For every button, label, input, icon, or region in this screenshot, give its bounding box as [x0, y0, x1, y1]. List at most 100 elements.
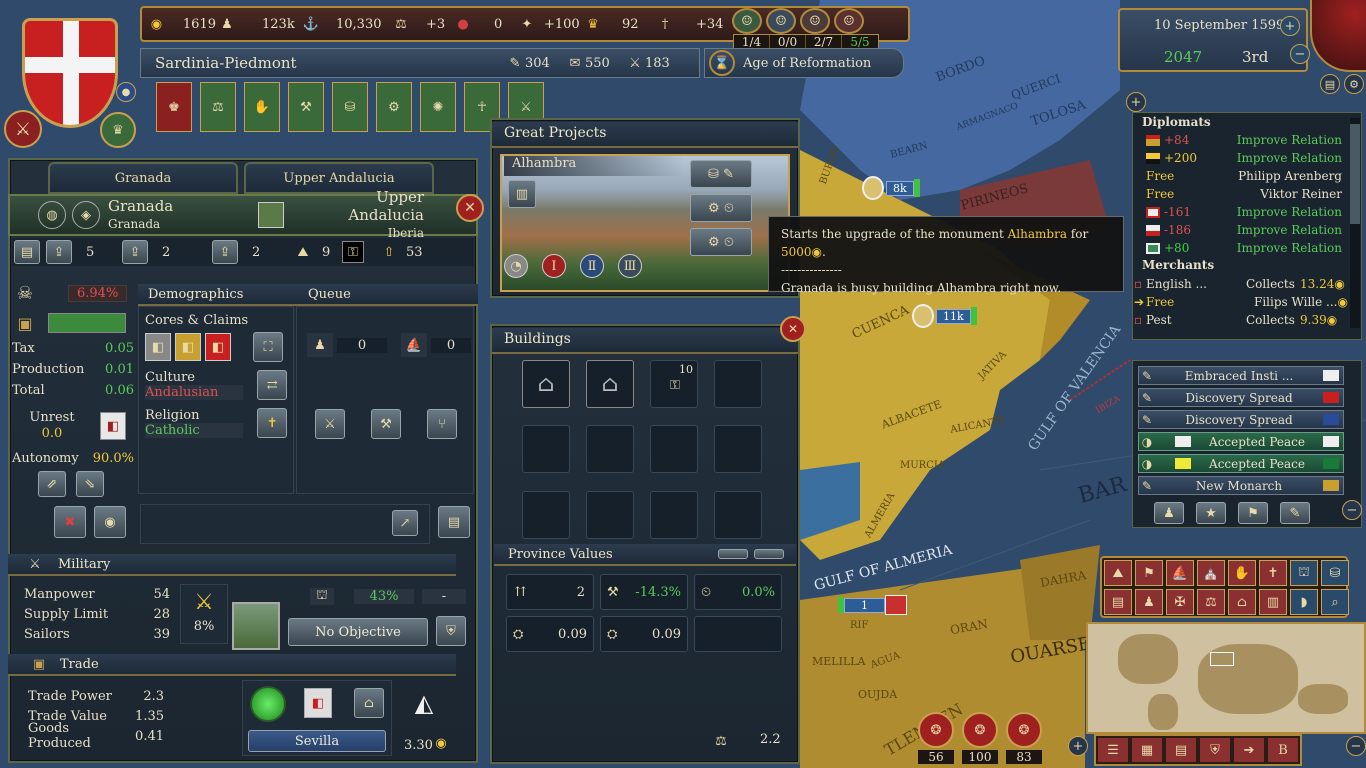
country-shield[interactable] — [22, 18, 118, 128]
raze-icon[interactable]: ✖ — [54, 506, 86, 538]
build-chair-icon[interactable]: ⑂ — [427, 409, 457, 439]
objective-button[interactable]: No Objective — [288, 618, 428, 646]
diplomat-row[interactable]: Free Viktor Reiner — [1146, 185, 1342, 203]
zoom-in-icon[interactable]: + — [1068, 736, 1088, 756]
decrease-autonomy-icon[interactable]: ⇘ — [76, 471, 104, 497]
mapmode-diplomacy-icon[interactable]: ✋ — [1228, 560, 1256, 586]
collapse-icon[interactable] — [754, 549, 784, 559]
crossed-swords-icon[interactable]: ⚔ — [4, 110, 42, 148]
recruit-army-icon[interactable]: ♟ — [307, 333, 333, 357]
rebel-shield-icon[interactable]: ◧ — [100, 412, 126, 440]
arrow-icon[interactable]: ↗ — [392, 510, 418, 536]
filter-edit-icon[interactable]: ✎ — [1280, 502, 1310, 524]
mapmode-religion-icon[interactable]: ⛪ — [1197, 560, 1225, 586]
mapmode-buildings-icon[interactable]: ⌂ — [1228, 589, 1256, 615]
building-slot-empty[interactable] — [714, 490, 762, 539]
settings-icon[interactable]: ⚙ — [1344, 74, 1364, 94]
mapmode-supply-icon[interactable]: ♟ — [1135, 589, 1163, 615]
notification-row[interactable]: ◑ Accepted Peace — [1138, 454, 1344, 473]
mapmode-autonomy-icon[interactable]: ⚖ — [1197, 589, 1225, 615]
building-slot-locked[interactable]: ⚿ 10 — [650, 360, 698, 408]
prestige-item[interactable]: ✦ +100 — [516, 17, 582, 32]
building-slot-empty[interactable] — [586, 425, 634, 474]
notification-row[interactable]: ✎ Discovery Spread — [1138, 388, 1344, 407]
building-slot-empty[interactable] — [714, 360, 762, 408]
mapmode-area-icon[interactable]: ▥ — [1259, 589, 1287, 615]
fleet-unit[interactable]: 1 — [838, 595, 907, 615]
notification-row[interactable]: ✎ Discovery Spread — [1138, 410, 1344, 429]
envoy-portrait-icon[interactable]: ☺ — [766, 8, 796, 34]
army-tradition-icon[interactable]: ❂ — [918, 712, 954, 748]
court-icon[interactable]: ♛ — [100, 112, 136, 148]
country-name[interactable]: Sardinia-Piedmont — [155, 54, 505, 72]
mapmode-terrain-icon[interactable]: ⛰ — [1104, 560, 1132, 586]
mapmode-development-icon[interactable]: ▤ — [1104, 589, 1132, 615]
recruit-fleet-icon[interactable]: ⛵ — [401, 333, 427, 357]
government-tab-icon[interactable]: ⚖ — [200, 82, 236, 132]
build-military-icon[interactable]: ⚔ — [315, 409, 345, 439]
zoom-out-icon[interactable]: − — [1346, 736, 1366, 756]
mapmode-trade-icon[interactable]: ⛵ — [1166, 560, 1194, 586]
army-unit-1[interactable]: 8k — [862, 176, 920, 200]
army-unit-2[interactable]: 11k — [912, 304, 977, 328]
filter-flag-icon[interactable]: ⚑ — [1238, 502, 1268, 524]
production-dev-icon[interactable]: ⇪ — [122, 240, 148, 264]
building-slot-empty[interactable] — [522, 490, 570, 539]
culture-icon[interactable]: ◈ — [72, 201, 100, 229]
expand-icon[interactable] — [718, 549, 748, 559]
diplomat-row[interactable]: +84 Improve Relation — [1146, 131, 1342, 149]
outliner-scrollbar[interactable] — [1350, 118, 1360, 328]
building-slot-empty[interactable] — [586, 490, 634, 539]
trade-company-shield-icon[interactable]: ◧ — [304, 688, 332, 718]
plus-speed-icon[interactable]: + — [1280, 16, 1300, 36]
mapmode-goods-icon[interactable]: ⛁ — [1321, 560, 1349, 586]
cores-button-icon[interactable]: ⛶ — [253, 332, 283, 362]
close-icon[interactable]: ✕ — [456, 194, 484, 222]
power-projection-item[interactable]: † +34 — [654, 17, 724, 32]
manpower-dev-icon[interactable]: ⇪ — [212, 240, 238, 264]
diplomat-row[interactable]: -186 Improve Relation — [1146, 221, 1342, 239]
building-slot-empty[interactable] — [650, 425, 698, 474]
treasury-item[interactable]: ◉ 1619 — [146, 17, 216, 32]
helmet-menu-icon[interactable]: ⛨ — [1200, 738, 1230, 762]
minimap[interactable] — [1086, 622, 1366, 734]
cross-icon[interactable]: ✝ — [257, 408, 287, 438]
tab-granada[interactable]: Granada — [48, 162, 238, 194]
close-icon[interactable]: ✕ — [780, 316, 806, 342]
merchant-row[interactable]: ▫ Pest Collects 9.39 ◉ — [1134, 311, 1352, 329]
notification-row[interactable]: ✎ New Monarch — [1138, 476, 1344, 495]
sailors-item[interactable]: ⚓ 10,330 — [300, 17, 390, 32]
notification-row[interactable]: ◑ Accepted Peace — [1138, 432, 1344, 451]
ledger-menu-icon[interactable]: ☰ — [1098, 738, 1128, 762]
minus-speed-icon[interactable]: − — [1290, 44, 1310, 64]
ledger-icon[interactable]: ▤ — [1320, 74, 1340, 94]
mapmode-explore-icon[interactable]: ◗ — [1290, 589, 1318, 615]
religion-shield-icon[interactable]: ◍ — [38, 201, 66, 229]
area-terrain-icon[interactable] — [258, 202, 284, 228]
core-shield-icon[interactable]: ◧ — [205, 333, 231, 361]
ledger-icon[interactable]: ▤ — [438, 506, 470, 538]
age-bar[interactable]: ⌛ Age of Reformation — [704, 48, 904, 78]
navy-tradition-icon[interactable]: ❂ — [962, 712, 998, 748]
merchant-house-icon[interactable]: ⌂ — [354, 688, 384, 718]
diplomacy-tab-icon[interactable]: ✋ — [244, 82, 280, 132]
morale-icon[interactable]: ❂ — [1006, 712, 1042, 748]
corruption-item[interactable]: ● 0 — [452, 17, 516, 32]
building-slot-empty[interactable] — [650, 490, 698, 539]
mapmode-search-icon[interactable]: ⌕ — [1321, 589, 1349, 615]
core-shield-icon[interactable]: ◧ — [175, 333, 201, 361]
technology-tab-icon[interactable]: ⚙ — [376, 82, 412, 132]
diplomat-row[interactable]: +80 Improve Relation — [1146, 239, 1342, 257]
legitimacy-item[interactable]: ♛ 92 — [582, 17, 654, 32]
mapmode-hre-icon[interactable]: ✠ — [1166, 589, 1194, 615]
diplomat-row[interactable]: -161 Improve Relation — [1146, 203, 1342, 221]
increase-autonomy-icon[interactable]: ⇗ — [38, 471, 66, 497]
objective-helmet-icon[interactable]: ⛨ — [436, 616, 466, 646]
building-slot-empty[interactable] — [714, 425, 762, 474]
manpower-item[interactable]: ♟ 123k — [216, 17, 300, 32]
envoy-portrait-icon[interactable]: ☺ — [732, 8, 762, 34]
tax-dev-icon[interactable]: ⇪ — [46, 240, 72, 264]
fort-shield-icon[interactable]: ◉ — [94, 506, 126, 538]
economy-tab-icon[interactable]: ⚒ — [288, 82, 324, 132]
building-slot-empty[interactable] — [522, 425, 570, 474]
